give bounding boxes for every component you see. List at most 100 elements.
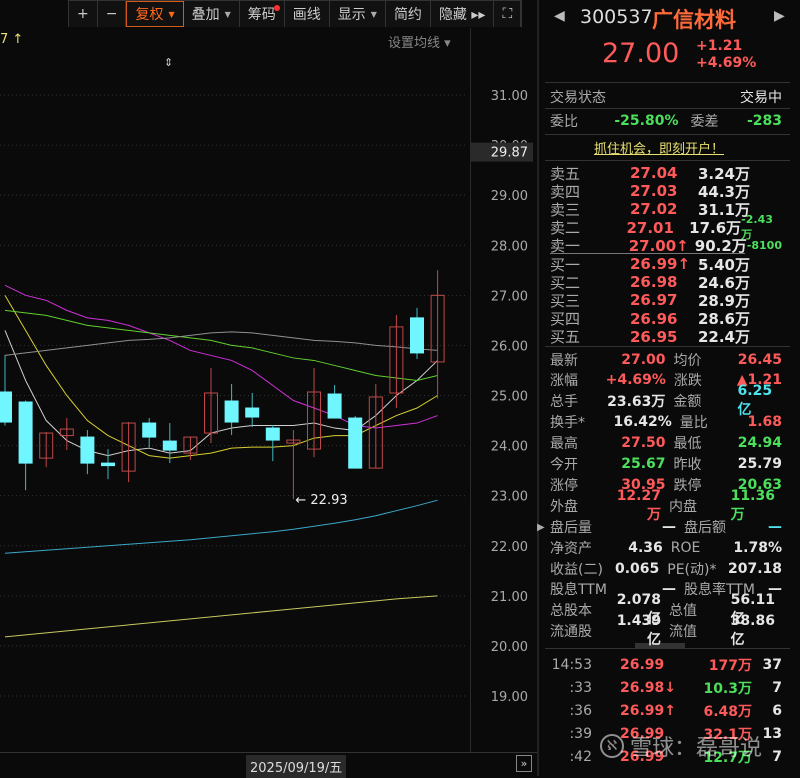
current-price-label: 29.87 [491,146,528,161]
tick-count: 13 [762,726,782,742]
stock-code: 300537 [580,6,653,28]
panel-divider[interactable] [537,0,539,776]
order-price: 27.00↑ [628,236,689,255]
stat-value: — [662,518,676,535]
chips-button[interactable]: 筹码 [239,1,285,27]
zoom-out-button[interactable]: − [97,1,127,27]
simple-mode-button[interactable]: 简约 [385,1,431,27]
stat-label: 涨跌 [673,373,702,390]
price-change: +1.21 [696,38,743,54]
candle-down [265,427,280,441]
stat-value: 38.86亿 [730,613,775,649]
order-price: 26.97 [630,291,678,310]
order-book-row[interactable]: 买一 26.99↑ 5.40万 [550,255,782,274]
price-tick-label: 22.00 [491,540,528,555]
order-book-row[interactable]: 买五 26.95 22.4万 [550,328,782,347]
order-book-row[interactable]: 卖四 27.03 44.3万 [550,182,782,201]
stat-label: 盘后量 [550,519,592,536]
order-book-row[interactable]: 买三 26.97 28.9万 [550,291,782,310]
status-value: 交易中 [740,90,782,106]
chart-toolbar: + − 复权 ▼ 叠加 ▼ 筹码 画线 显示 ▼ 简约 隐藏 ▸▸ ⛶ [68,0,523,27]
order-book-row[interactable]: 卖五 27.04 3.24万 [550,164,782,183]
quote-panel: ◀ 300537 广信材料 ▶ 27.00 +1.21 +4.69% 交易状态 交… [540,0,790,776]
order-level-label: 买五 [550,328,581,347]
wb-value: -25.80% [614,113,679,129]
tick-price: 26.99↑ [620,703,677,719]
scroll-right-button[interactable]: » [516,755,532,772]
order-book-row[interactable]: 卖一 27.00↑ 90.2万 -8100 [550,236,782,256]
low-price-annotation: ← 22.93 [295,493,347,508]
stat-label: 金额 [673,394,702,411]
ma-line-ma20 [4,284,438,429]
watermark-text: 雪球：磊哥说 [630,736,763,761]
prev-stock-icon[interactable]: ◀ [554,8,565,24]
stat-label: 最低 [673,436,702,453]
stat-label: 均价 [673,352,702,369]
display-dropdown[interactable]: 显示 ▼ [329,1,386,27]
fullscreen-icon[interactable]: ⛶ [494,1,522,27]
candle-down [348,417,363,469]
notification-dot-icon [273,5,280,11]
open-account-link[interactable]: 抓住机会，即刻开户！ [594,138,724,157]
stat-value: +4.69% [605,372,666,389]
tick-volume: 6.48万 [703,704,752,720]
tick-count: 7 [772,749,782,765]
stat-label: 收益(二) [550,561,603,578]
stat-label: ROE [670,539,701,556]
stats-row: 流通股 1.439亿 流值 38.86亿 [550,613,782,648]
order-book-row[interactable]: 买二 26.98 24.6万 [550,273,782,292]
draw-line-button[interactable]: 画线 [284,1,330,27]
stat-value: 1.78% [733,539,782,556]
candle-down [0,391,12,423]
overlay-dropdown[interactable]: 叠加 ▼ [183,1,240,27]
snowball-logo-icon: ℵ [600,734,624,758]
candle-down [327,393,342,419]
price-tick-label: 31.00 [491,89,528,104]
price-tick-label: 24.00 [491,440,528,455]
stats-row: 净资产 4.36 ROE 1.78% [550,537,782,558]
tick-time: 14:53 [551,657,592,673]
stats-row: 换手* 16.42% 量比 1.68 [550,412,782,433]
order-price: 26.96 [630,309,678,328]
stat-label: 股息TTM [550,582,607,599]
order-price: 27.01 [626,218,674,237]
stat-value: 207.18 [727,560,782,577]
price-change-pct: +4.69% [696,55,757,71]
next-stock-icon[interactable]: ▶ [774,8,785,24]
cursor-date: 2025/09/19/五 [246,755,347,778]
stat-value: 26.45 [737,351,782,368]
stats-row: 盘后量 — 盘后额 — [550,516,782,537]
price-axis-divider [470,28,471,752]
tick-price: 26.98↓ [620,680,677,696]
order-price: 26.99↑ [630,255,691,273]
order-book-row[interactable]: 卖二 27.01 17.6万 -2.43万 [550,213,782,241]
price-tick-label: 29.00 [491,189,528,204]
order-book-row[interactable]: 买四 26.96 28.6万 [550,309,782,329]
stats-row: 收益(二) 0.065 PE(动)* 207.18 [550,558,782,579]
status-label: 交易状态 [550,90,606,106]
set-ma-dropdown[interactable]: 设置均线 ▾ [388,32,451,51]
price-tick-label: 28.00 [491,239,528,254]
fuquan-dropdown[interactable]: 复权 ▼ [126,1,184,27]
order-price: 27.04 [630,164,678,182]
stat-value: 27.00 [621,351,666,368]
candle-down [142,422,157,438]
stat-label: 盘后额 [684,519,726,536]
tick-time: :39 [569,726,592,742]
overlay-label: 叠加 [191,7,220,23]
candle-down [18,401,33,464]
hide-button[interactable]: 隐藏 ▸▸ [430,1,495,27]
chevron-down-icon: ▼ [370,9,377,19]
stat-label: 昨收 [673,457,702,473]
candle-down [224,400,239,423]
stat-label: 流通股 [550,624,592,641]
chevron-down-icon: ▼ [224,9,231,19]
tick-time: :33 [569,680,592,696]
stat-label: 外盘 [550,498,578,515]
stat-value: 0.065 [614,560,660,577]
stat-label: 换手* [550,415,585,432]
stat-label: 最高 [550,436,578,453]
kline-chart[interactable]: 31.0030.0029.0028.0027.0026.0025.0024.00… [0,50,537,752]
zoom-in-button[interactable]: + [69,1,98,27]
price-tick-label: 20.00 [491,640,528,655]
